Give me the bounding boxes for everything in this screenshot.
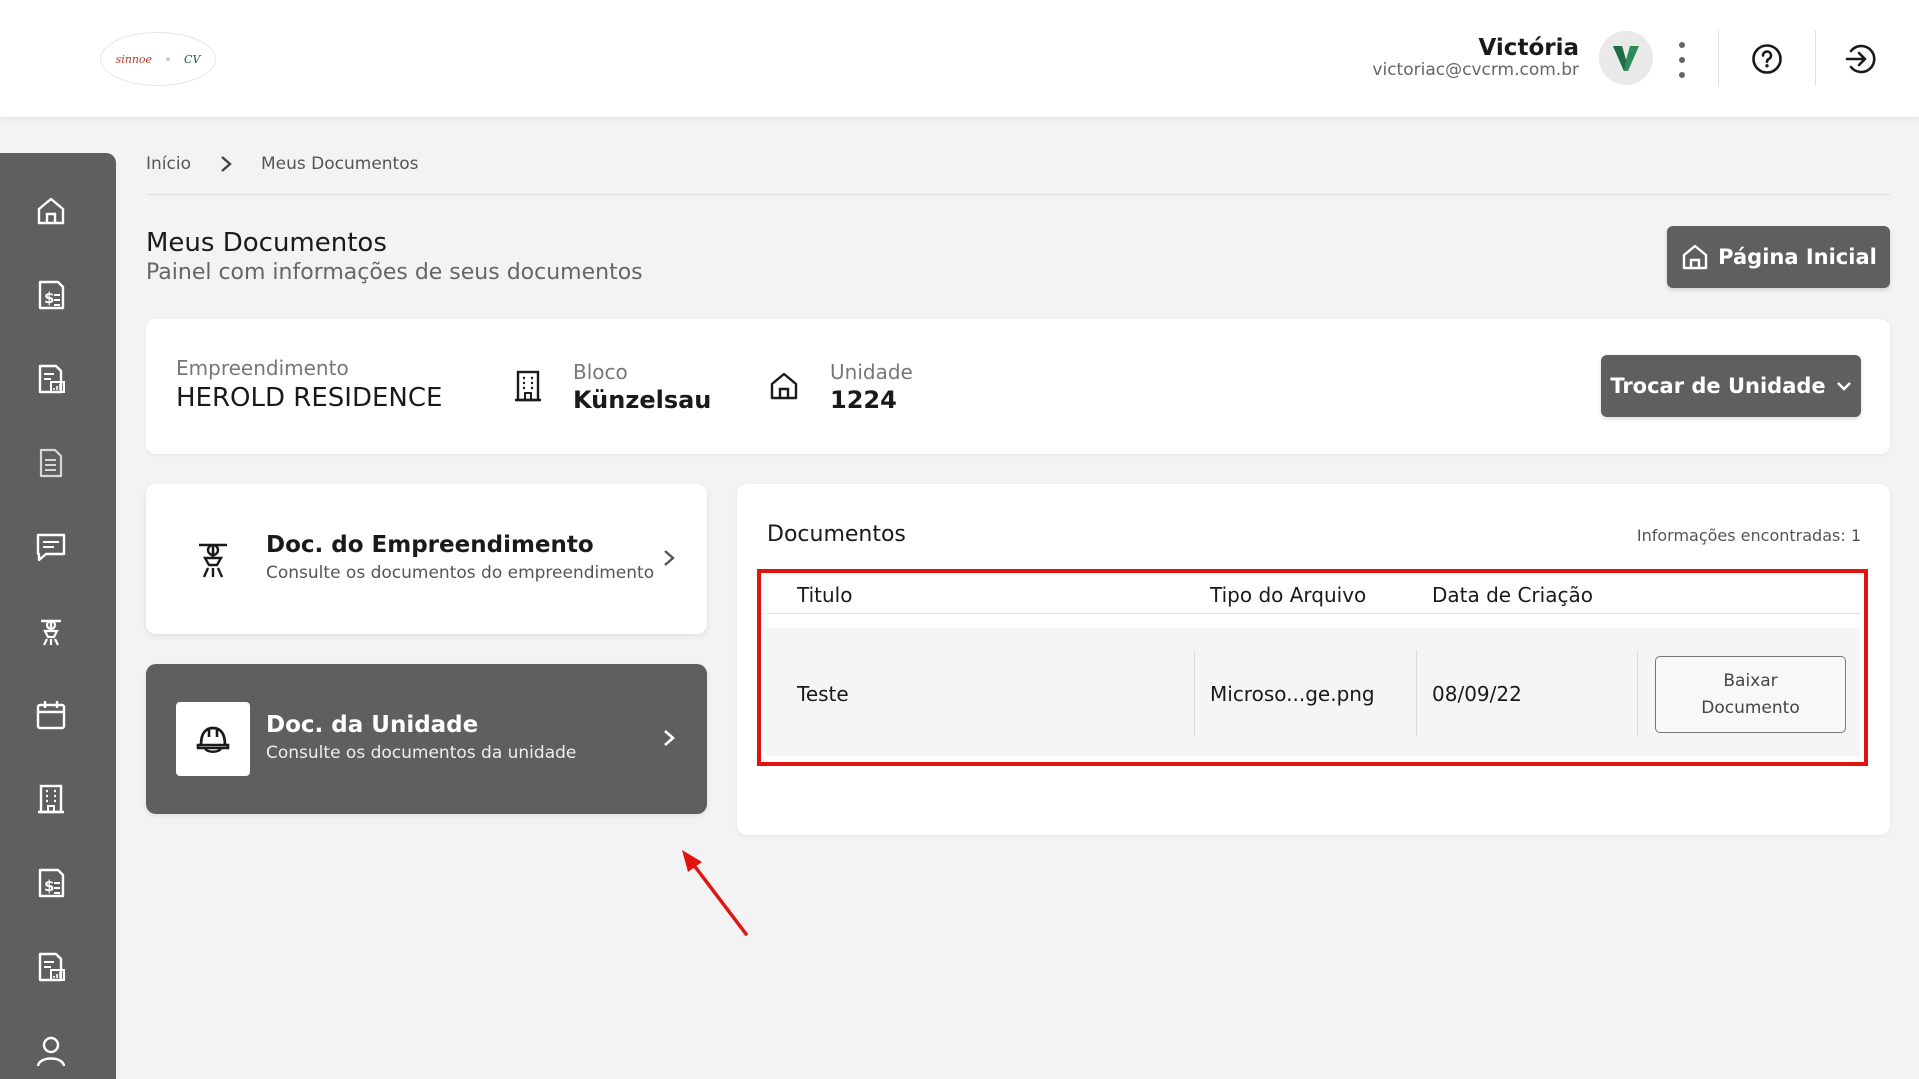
sidebar-item-messages[interactable] (30, 526, 72, 568)
svg-text:$: $ (44, 289, 54, 307)
documents-title: Documentos (767, 522, 906, 547)
empreendimento-value: HEROLD RESIDENCE (176, 383, 443, 413)
crane-icon (41, 619, 61, 646)
doc-empreendimento-card[interactable]: Doc. do Empreendimento Consulte os docum… (146, 484, 707, 634)
building-icon (38, 784, 64, 814)
bloco-label: Bloco (573, 360, 628, 384)
bloco-value: Künzelsau (573, 386, 712, 414)
sidebar-item-documents[interactable] (30, 442, 72, 484)
doc-unidade-title: Doc. da Unidade (266, 712, 479, 738)
home-icon (766, 368, 802, 404)
calendar-icon (36, 701, 66, 730)
doc-empreendimento-title: Doc. do Empreendimento (266, 532, 594, 558)
chevron-down-icon (1836, 382, 1851, 391)
money-document-icon: $ (38, 868, 65, 898)
helmet-icon (176, 702, 250, 776)
logo-separator (166, 57, 171, 61)
home-icon (1682, 244, 1708, 270)
page-subtitle: Painel com informações de seus documento… (146, 260, 643, 285)
sidebar-item-calendar[interactable] (30, 694, 72, 736)
help-icon[interactable] (1748, 40, 1786, 78)
more-options-icon[interactable] (1672, 40, 1692, 80)
chevron-right-icon (219, 155, 233, 173)
svg-text:$: $ (44, 877, 54, 895)
switch-unit-button-label: Trocar de Unidade (1610, 374, 1826, 398)
chat-icon (36, 533, 66, 562)
user-email: victoriac@cvcrm.com.br (1372, 60, 1579, 80)
breadcrumb: Início Meus Documentos (146, 154, 418, 174)
report-icon (38, 364, 65, 394)
logo-right-text: CV (184, 52, 201, 66)
company-logo[interactable]: sinnoe CV (100, 32, 216, 86)
breadcrumb-divider (146, 194, 1890, 195)
sidebar-item-payments[interactable]: $ (30, 862, 72, 904)
document-icon (39, 448, 63, 478)
sidebar-item-home[interactable] (30, 190, 72, 232)
logo-left-text: sinnoe (115, 52, 153, 66)
sidebar-item-statements[interactable] (30, 946, 72, 988)
avatar[interactable] (1599, 31, 1653, 85)
sidebar-item-profile[interactable] (30, 1030, 72, 1072)
highlight-box (757, 569, 1868, 766)
sidebar: $ $ (0, 153, 116, 1079)
page-title: Meus Documentos (146, 228, 387, 258)
money-document-icon: $ (38, 280, 65, 310)
home-page-button-label: Página Inicial (1718, 245, 1877, 269)
doc-unidade-card[interactable]: Doc. da Unidade Consulte os documentos d… (146, 664, 707, 814)
home-icon (37, 197, 65, 225)
empreendimento-label: Empreendimento (176, 356, 349, 380)
breadcrumb-current: Meus Documentos (260, 154, 419, 174)
header-divider (1815, 30, 1816, 86)
home-page-button[interactable]: Página Inicial (1667, 226, 1890, 288)
sidebar-item-reports[interactable] (30, 358, 72, 400)
top-header: sinnoe CV Victória victoriac@cvcrm.com.b… (0, 0, 1919, 117)
doc-unidade-subtitle: Consulte os documentos da unidade (266, 743, 577, 763)
logout-icon[interactable] (1841, 40, 1879, 78)
unidade-label: Unidade (830, 360, 913, 384)
avatar-v-icon (1613, 46, 1639, 71)
documents-count: Informações encontradas: 1 (1636, 526, 1861, 545)
breadcrumb-home[interactable]: Início (146, 154, 191, 174)
header-divider (1718, 30, 1719, 86)
sidebar-item-building[interactable] (30, 778, 72, 820)
doc-empreendimento-subtitle: Consulte os documentos do empreendimento (266, 563, 655, 583)
user-icon (36, 1036, 66, 1067)
switch-unit-button[interactable]: Trocar de Unidade (1601, 355, 1861, 417)
sidebar-item-finance[interactable]: $ (30, 274, 72, 316)
chevron-right-icon (657, 546, 681, 570)
building-icon (510, 368, 546, 404)
chevron-right-icon (657, 726, 681, 750)
user-name: Victória (1478, 35, 1579, 61)
sidebar-item-construction[interactable] (30, 610, 72, 652)
unidade-value: 1224 (830, 386, 897, 414)
crane-icon (176, 522, 250, 596)
red-arrow-annotation (682, 850, 748, 936)
report-icon (38, 952, 65, 982)
